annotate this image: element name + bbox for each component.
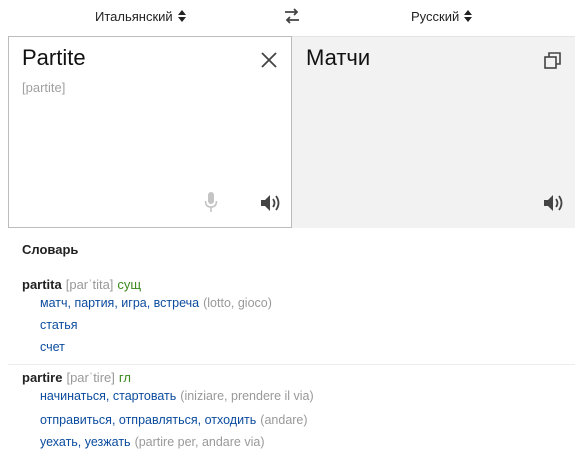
sense-translation-link[interactable]: счет [40,340,65,354]
entry-part-of-speech: сущ [117,277,142,292]
close-icon [261,52,277,68]
entry-sense: статья [40,318,82,332]
translation-panel: Матчи [292,36,575,228]
sense-translation-link[interactable]: начинаться, стартовать [40,389,176,403]
entry-part-of-speech: гл [118,370,131,385]
entry-transcription: [parˈtita] [65,277,114,292]
sense-translation-link[interactable]: матч, партия, игра, встреча [40,296,199,310]
sense-translation-link[interactable]: статья [40,318,78,332]
dictionary-entry: partita [parˈtita] сущ матч, партия, игра,… [8,277,575,365]
sense-gloss: (lotto, gioco) [203,296,272,310]
listen-translation-button[interactable] [543,193,565,213]
entry-sense: счет [40,340,69,354]
sort-arrows-icon [177,10,186,22]
dictionary-entry: partire [parˈtire] гл начинаться, стартова… [8,370,575,458]
clear-text-button[interactable] [259,50,279,70]
listen-source-button[interactable] [260,193,282,213]
copy-translation-button[interactable] [543,51,563,71]
speaker-icon [261,195,280,211]
microphone-icon [204,192,218,212]
sort-arrows-icon [464,10,473,22]
entry-sense: начинаться, стартовать (iniziare, prender… [40,389,314,403]
speaker-icon [544,195,563,211]
sense-translation-link[interactable]: отправиться, отправляться, отходить [40,413,256,427]
entry-headword-line: partire [parˈtire] гл [22,370,131,385]
sense-gloss: (partire per, andare via) [134,435,265,449]
entry-headword-line: partita [parˈtita] сущ [22,277,141,292]
target-language-select[interactable]: Русский [411,7,473,25]
entry-word: partita [22,277,62,292]
sense-gloss: (andare) [260,413,308,427]
entry-sense: отправиться, отправляться, отходить (anda… [40,413,308,427]
copy-icon [544,52,561,69]
source-language-select[interactable]: Итальянский [95,7,186,25]
source-text[interactable]: Partite [22,45,86,71]
source-language-label: Итальянский [95,8,173,24]
target-language-label: Русский [411,8,460,24]
sense-translation-link[interactable]: уехать, уезжать [40,435,131,449]
source-text-panel[interactable]: Partite [partite] [8,36,292,228]
dictionary-title: Словарь [22,242,79,257]
translation-text: Матчи [306,45,371,70]
entry-sense: уехать, уезжать (partire per, andare via) [40,435,265,449]
sense-gloss: (iniziare, prendere il via) [180,389,314,403]
swap-arrows-icon [285,8,299,24]
voice-input-button[interactable] [204,191,218,213]
swap-languages-button[interactable] [282,6,302,26]
entry-transcription: [parˈtire] [66,370,115,385]
source-transliteration: [partite] [22,80,66,95]
entry-sense: матч, партия, игра, встреча (lotto, gioco… [40,296,272,310]
entry-word: partire [22,370,63,385]
language-bar: Итальянский Русский [0,0,583,34]
